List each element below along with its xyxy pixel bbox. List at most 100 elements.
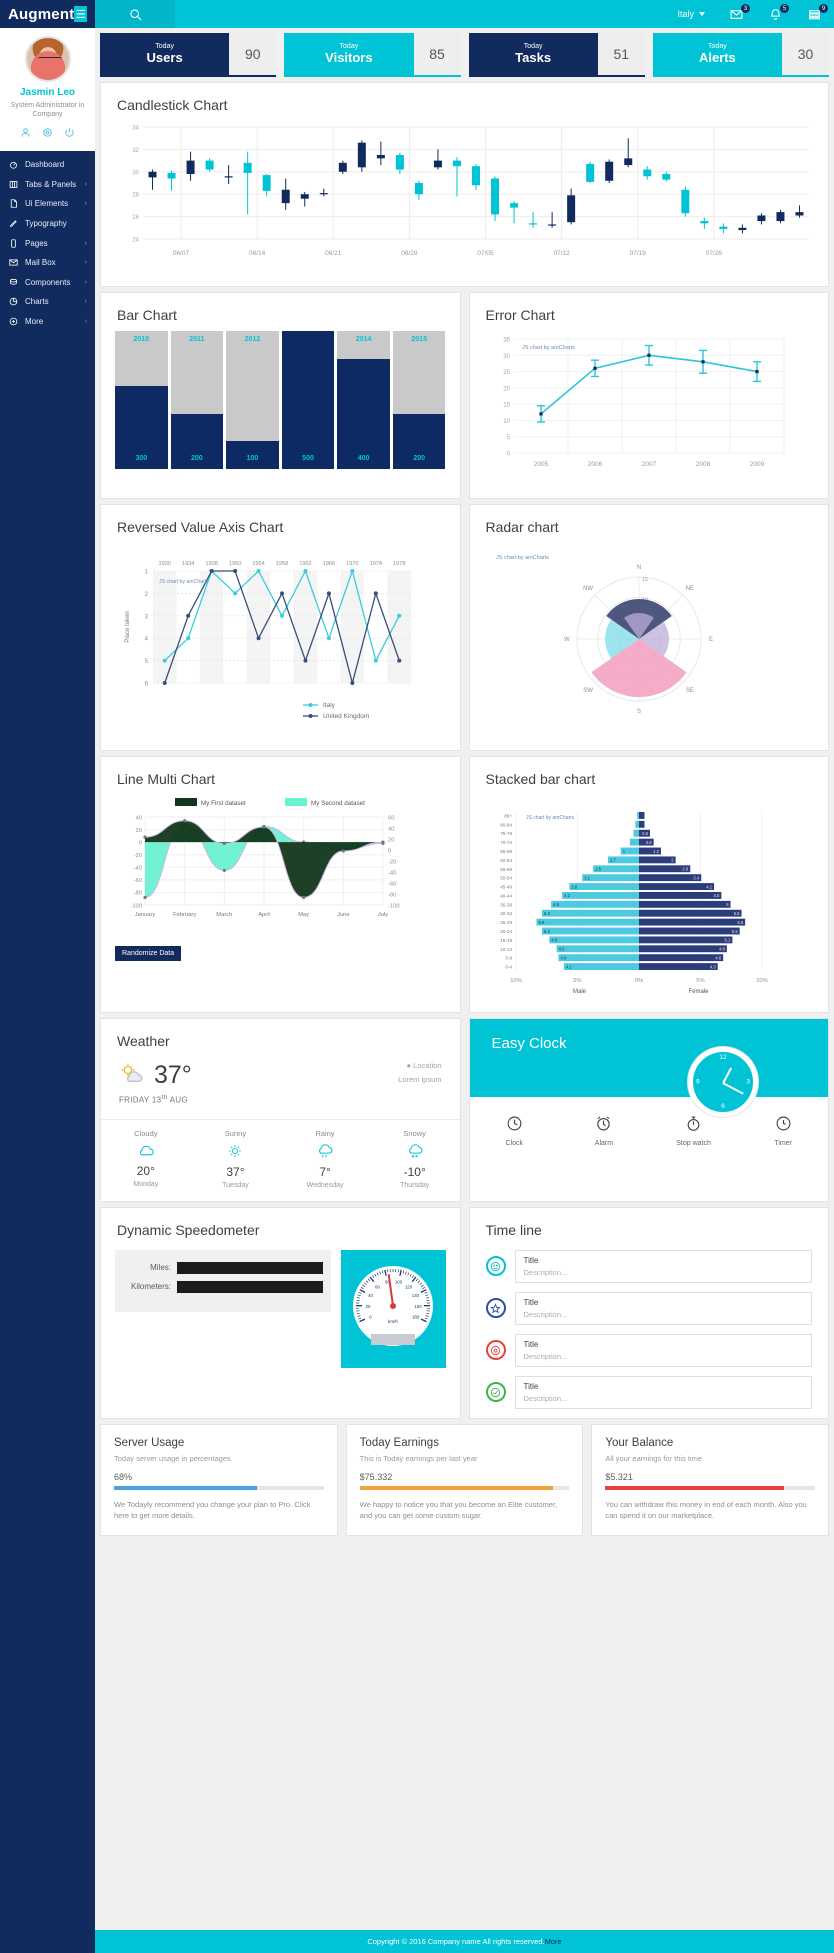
card-value: $75.332 bbox=[359, 1471, 393, 1482]
bar-chart-title: Bar Chart bbox=[117, 307, 177, 323]
sidebar-item-tabs-panels[interactable]: Tabs & Panels › bbox=[0, 174, 95, 194]
stat-card-users[interactable]: Today Users 90 bbox=[100, 33, 277, 77]
stat-name: Visitors bbox=[325, 49, 373, 65]
linemulti-stacked-row: Line Multi Chart 40 20 0 -20 -40 -60 -80 -100 60… bbox=[95, 751, 834, 1013]
card-subtitle: All your earnings for this time bbox=[605, 1453, 703, 1463]
bar-column[interactable]: 200 2015 bbox=[392, 331, 446, 469]
chevron-down-icon bbox=[699, 12, 705, 16]
candlestick-svg: 24 26 28 30 32 34 06/07 06/14 06/21 06/28 07/05 07/… bbox=[132, 126, 809, 257]
tasks-button[interactable]: 9 bbox=[795, 0, 834, 28]
clock-tool-stopwatch[interactable]: Stop watch bbox=[649, 1115, 739, 1147]
svg-text:February: February bbox=[173, 912, 196, 918]
svg-text:0: 0 bbox=[139, 840, 142, 846]
sidebar-item-pages[interactable]: Pages › bbox=[0, 233, 95, 253]
speedometer-timeline-row: Dynamic Speedometer Miles: Kilometers: 0… bbox=[95, 1202, 834, 1419]
svg-text:-80: -80 bbox=[134, 891, 142, 897]
stat-name: Alerts bbox=[698, 49, 736, 65]
bar-column[interactable]: 100 2012 bbox=[226, 331, 279, 469]
svg-text:45-49: 45-49 bbox=[500, 885, 512, 890]
table-icon bbox=[8, 180, 18, 189]
stat-label: Today Visitors bbox=[284, 33, 414, 75]
svg-text:4.3: 4.3 bbox=[709, 964, 715, 969]
stat-card-visitors[interactable]: Today Visitors 85 bbox=[284, 33, 461, 77]
svg-text:-100: -100 bbox=[388, 903, 400, 909]
svg-text:60-64: 60-64 bbox=[500, 858, 512, 863]
bar-column[interactable]: 400 2014 bbox=[337, 331, 390, 469]
sidebar-item-components[interactable]: Components › bbox=[0, 272, 95, 292]
chevron-right-icon: › bbox=[84, 259, 87, 267]
timeline-body: Title Description... bbox=[514, 1291, 812, 1325]
stat-today: Today bbox=[708, 42, 727, 50]
svg-text:35-39: 35-39 bbox=[500, 902, 512, 907]
line-multi-chart: 40 20 0 -20 -40 -60 -80 -100 60 40 20 0 -20 -40 -60 -80… bbox=[101, 795, 460, 975]
sidebar-item-ui-elements[interactable]: Ui Elements › bbox=[0, 194, 95, 214]
weather-date-month: AUG bbox=[169, 1095, 188, 1105]
sidebar-item-typography[interactable]: Typography bbox=[0, 214, 95, 234]
svg-text:2009: 2009 bbox=[749, 461, 764, 468]
timeline-item[interactable]: Title Description... bbox=[470, 1333, 829, 1376]
svg-text:1954: 1954 bbox=[252, 561, 264, 567]
forecast-day: Snowy -10° Thursday bbox=[370, 1129, 460, 1189]
error-chart-card: Error Chart 0 5 10 15 20 25 30 35 2005 2006 2007 20… bbox=[468, 292, 829, 499]
timeline-item[interactable]: Title Description... bbox=[470, 1249, 829, 1292]
mail-button[interactable]: 3 bbox=[717, 0, 756, 28]
svg-text:35: 35 bbox=[503, 338, 510, 344]
svg-text:40: 40 bbox=[368, 1293, 373, 1298]
svg-text:-40: -40 bbox=[388, 870, 396, 876]
svg-text:24: 24 bbox=[132, 238, 139, 244]
notifications-button[interactable]: 5 bbox=[756, 0, 795, 28]
svg-text:65-69: 65-69 bbox=[500, 849, 512, 854]
clock-tool-label: Stop watch bbox=[676, 1140, 711, 1147]
svg-text:07/26: 07/26 bbox=[706, 250, 723, 257]
search-button[interactable] bbox=[95, 0, 175, 28]
weather-location: ● Location Lorem ipsum bbox=[398, 1061, 441, 1084]
clock-tool-alarm[interactable]: Alarm bbox=[559, 1115, 649, 1147]
clock-tool-timer[interactable]: Timer bbox=[738, 1115, 828, 1147]
hamburger-icon[interactable]: ☰ bbox=[74, 6, 87, 22]
randomize-data-button[interactable]: Randomize Data bbox=[115, 946, 182, 961]
bar-column[interactable]: 200 2011 bbox=[170, 331, 224, 469]
sidebar-item-charts[interactable]: Charts › bbox=[0, 292, 95, 312]
sidebar-item-mail-box[interactable]: Mail Box › bbox=[0, 253, 95, 273]
rain-icon bbox=[280, 1143, 370, 1161]
avatar bbox=[24, 36, 71, 82]
bar-value: 500 bbox=[302, 455, 314, 462]
svg-text:1978: 1978 bbox=[393, 561, 405, 567]
timeline-title: Time line bbox=[485, 1221, 542, 1238]
line-multi-svg: 40 20 0 -20 -40 -60 -80 -100 60 40 20 0 -20 -40 -60 -80… bbox=[130, 798, 400, 918]
candlestick-card: Candlestick Chart 24 26 28 30 32 34 06/07 06/14… bbox=[100, 82, 829, 287]
timeline-item[interactable]: Title Description... bbox=[470, 1375, 829, 1418]
mobile-icon bbox=[8, 238, 18, 248]
svg-text:4.9: 4.9 bbox=[551, 938, 557, 943]
bar-category: 2012 bbox=[244, 336, 261, 343]
bar-chart-card: Bar Chart 300 2010 200 2011 100 2012 500 2013 40… bbox=[100, 292, 461, 499]
bar-column[interactable]: 500 2013 bbox=[281, 331, 335, 469]
forecast-cond: Rainy bbox=[315, 1128, 335, 1138]
svg-text:26: 26 bbox=[132, 215, 139, 221]
miles-value-box bbox=[177, 1261, 323, 1274]
progress-bar bbox=[605, 1485, 816, 1490]
bar-fill: 500 bbox=[281, 331, 335, 469]
sidebar-item-dashboard[interactable]: Dashboard bbox=[0, 155, 95, 175]
sidebar-item-more[interactable]: More › bbox=[0, 312, 95, 332]
card-note: You can withdraw this money in end of ea… bbox=[605, 1499, 807, 1520]
line-multi-card: Line Multi Chart 40 20 0 -20 -40 -60 -80 -100 60… bbox=[100, 756, 461, 1013]
svg-text:06/14: 06/14 bbox=[249, 250, 266, 257]
weather-date: FRIDAY 13th AUG bbox=[101, 1094, 460, 1119]
stat-card-alerts[interactable]: Today Alerts 30 bbox=[652, 33, 829, 77]
notifications-badge: 5 bbox=[780, 4, 789, 13]
power-icon[interactable] bbox=[64, 127, 75, 141]
timeline-body: Title Description... bbox=[514, 1333, 812, 1367]
clock-tool-clock[interactable]: Clock bbox=[470, 1115, 560, 1147]
forecast-dayname: Monday bbox=[133, 1180, 159, 1188]
language-selector[interactable]: Italy bbox=[665, 9, 717, 19]
bar-column[interactable]: 300 2010 bbox=[115, 331, 168, 469]
radar-title: Radar chart bbox=[485, 519, 559, 535]
gear-icon[interactable] bbox=[42, 127, 53, 141]
weather-card: Weather 37° ● Location Lorem ipsum FRIDA… bbox=[100, 1018, 461, 1202]
svg-text:10%: 10% bbox=[510, 978, 522, 984]
profile-icon[interactable] bbox=[20, 127, 31, 141]
stat-card-tasks[interactable]: Today Tasks 51 bbox=[468, 33, 645, 77]
forecast-dayname: Wednesday bbox=[306, 1181, 344, 1189]
timeline-item[interactable]: Title Description... bbox=[470, 1291, 829, 1334]
